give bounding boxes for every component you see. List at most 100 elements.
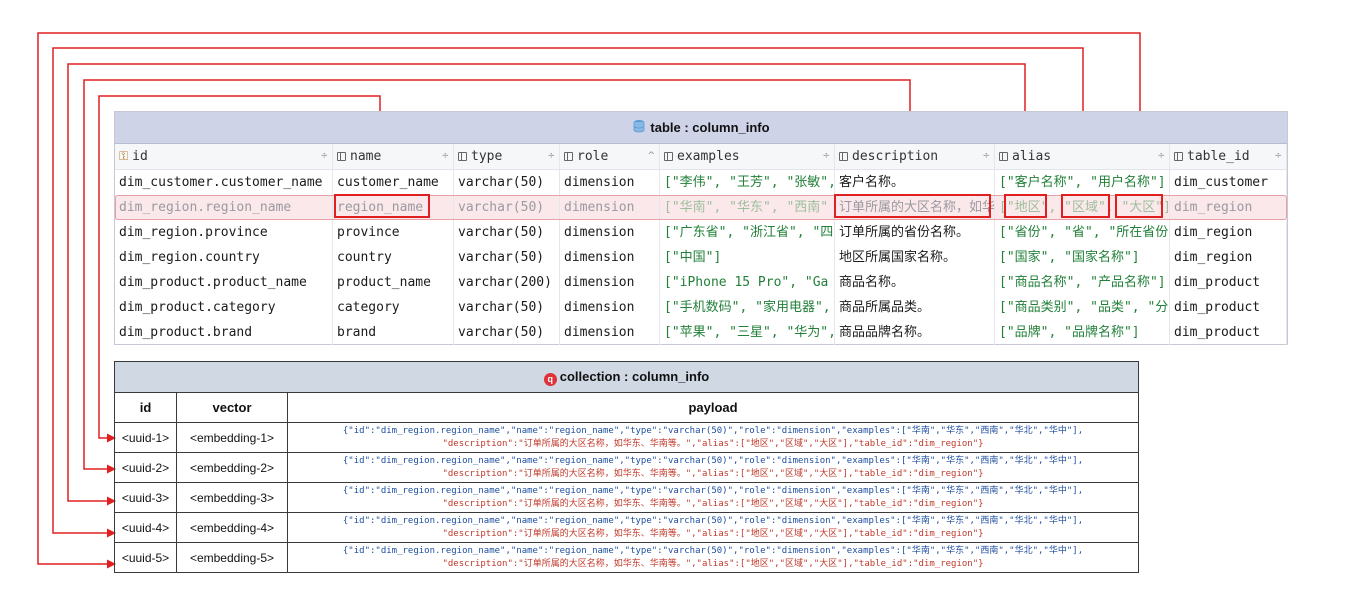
- point-vector[interactable]: <embedding-5>: [176, 542, 288, 573]
- column-header-examples[interactable]: examples ÷: [660, 144, 835, 169]
- point-id[interactable]: <uuid-2>: [114, 452, 177, 483]
- cell-id[interactable]: dim_region.country: [115, 245, 333, 270]
- cell-role[interactable]: dimension: [560, 295, 660, 320]
- cell-name[interactable]: category: [333, 295, 454, 320]
- point-vector[interactable]: <embedding-4>: [176, 512, 288, 543]
- point-vector[interactable]: <embedding-2>: [176, 452, 288, 483]
- cell-description[interactable]: 订单所属的省份名称。: [835, 220, 995, 245]
- sort-icon[interactable]: ÷: [1157, 144, 1165, 169]
- cell-name[interactable]: product_name: [333, 270, 454, 295]
- cell-id[interactable]: dim_product.product_name: [115, 270, 333, 295]
- point-id[interactable]: <uuid-1>: [114, 422, 177, 453]
- point-id[interactable]: <uuid-5>: [114, 542, 177, 573]
- cell-name[interactable]: province: [333, 220, 454, 245]
- cell-description[interactable]: 商品名称。: [835, 270, 995, 295]
- cell-role[interactable]: dimension: [560, 195, 660, 220]
- cell-type[interactable]: varchar(50): [454, 245, 560, 270]
- collection-row[interactable]: <uuid-3> <embedding-3> {"id":"dim_region.r…: [114, 482, 1139, 513]
- column-header-table_id[interactable]: table_id ÷: [1170, 144, 1287, 169]
- cell-role[interactable]: dimension: [560, 270, 660, 295]
- cell-type[interactable]: varchar(50): [454, 220, 560, 245]
- point-payload[interactable]: {"id":"dim_region.region_name","name":"r…: [287, 542, 1139, 573]
- point-id[interactable]: <uuid-3>: [114, 482, 177, 513]
- cell-name[interactable]: brand: [333, 320, 454, 345]
- column-header-role[interactable]: role ^: [560, 144, 660, 169]
- cell-alias[interactable]: ["地区", "区域", "大区"]: [995, 195, 1170, 220]
- collection-row[interactable]: <uuid-1> <embedding-1> {"id":"dim_region.r…: [114, 422, 1139, 453]
- column-header-alias[interactable]: alias ÷: [995, 144, 1170, 169]
- point-payload[interactable]: {"id":"dim_region.region_name","name":"r…: [287, 422, 1139, 453]
- cell-id[interactable]: dim_region.region_name: [115, 195, 333, 220]
- column-header-id[interactable]: ⚿ id ÷: [115, 144, 333, 169]
- sort-icon[interactable]: ÷: [822, 144, 830, 169]
- table-row[interactable]: dim_region.province province varchar(50) di…: [115, 220, 1287, 245]
- cell-examples[interactable]: ["中国"]: [660, 245, 835, 270]
- cell-role[interactable]: dimension: [560, 220, 660, 245]
- table-row[interactable]: dim_product.product_name product_name varc…: [115, 270, 1287, 295]
- cell-description[interactable]: 客户名称。: [835, 170, 995, 195]
- cell-role[interactable]: dimension: [560, 170, 660, 195]
- column-icon: [1174, 152, 1183, 161]
- table-row[interactable]: dim_product.category category varchar(50) d…: [115, 295, 1287, 320]
- cell-description[interactable]: 商品品牌名称。: [835, 320, 995, 345]
- sort-icon[interactable]: ÷: [547, 144, 555, 169]
- sort-icon[interactable]: ÷: [441, 144, 449, 169]
- cell-type[interactable]: varchar(50): [454, 295, 560, 320]
- cell-type[interactable]: varchar(50): [454, 170, 560, 195]
- cell-examples[interactable]: ["苹果", "三星", "华为",: [660, 320, 835, 345]
- sort-icon[interactable]: ÷: [982, 144, 990, 169]
- point-payload[interactable]: {"id":"dim_region.region_name","name":"r…: [287, 452, 1139, 483]
- column-header-description[interactable]: description ÷: [835, 144, 995, 169]
- cell-examples[interactable]: ["李伟", "王芳", "张敏",: [660, 170, 835, 195]
- table-row[interactable]: dim_product.brand brand varchar(50) dimensi…: [115, 320, 1287, 345]
- cell-id[interactable]: dim_product.category: [115, 295, 333, 320]
- cell-id[interactable]: dim_customer.customer_name: [115, 170, 333, 195]
- cell-description[interactable]: 商品所属品类。: [835, 295, 995, 320]
- collection-row[interactable]: <uuid-5> <embedding-5> {"id":"dim_region.r…: [114, 542, 1139, 573]
- collection-row[interactable]: <uuid-4> <embedding-4> {"id":"dim_region.r…: [114, 512, 1139, 543]
- table-row[interactable]: dim_customer.customer_name customer_name v…: [115, 170, 1287, 195]
- cell-examples[interactable]: ["广东省", "浙江省", "四: [660, 220, 835, 245]
- cell-type[interactable]: varchar(200): [454, 270, 560, 295]
- cell-table-id[interactable]: dim_product: [1170, 295, 1287, 320]
- cell-alias[interactable]: ["客户名称", "用户名称"]: [995, 170, 1170, 195]
- cell-alias[interactable]: ["商品类别", "品类", "分: [995, 295, 1170, 320]
- point-id[interactable]: <uuid-4>: [114, 512, 177, 543]
- cell-alias[interactable]: ["国家", "国家名称"]: [995, 245, 1170, 270]
- column-header-type[interactable]: type ÷: [454, 144, 560, 169]
- table-row[interactable]: dim_region.country country varchar(50) dime…: [115, 245, 1287, 270]
- point-vector[interactable]: <embedding-3>: [176, 482, 288, 513]
- cell-table-id[interactable]: dim_product: [1170, 270, 1287, 295]
- sort-icon[interactable]: ÷: [320, 144, 328, 169]
- sort-icon[interactable]: ÷: [1274, 144, 1282, 169]
- cell-id[interactable]: dim_region.province: [115, 220, 333, 245]
- cell-type[interactable]: varchar(50): [454, 320, 560, 345]
- point-payload[interactable]: {"id":"dim_region.region_name","name":"r…: [287, 482, 1139, 513]
- cell-name[interactable]: customer_name: [333, 170, 454, 195]
- cell-name[interactable]: country: [333, 245, 454, 270]
- cell-role[interactable]: dimension: [560, 245, 660, 270]
- cell-table-id[interactable]: dim_region: [1170, 220, 1287, 245]
- cell-name[interactable]: region_name: [333, 195, 454, 220]
- cell-examples[interactable]: ["iPhone 15 Pro", "Ga: [660, 270, 835, 295]
- column-header-name[interactable]: name ÷: [333, 144, 454, 169]
- cell-table-id[interactable]: dim_customer: [1170, 170, 1287, 195]
- table-row[interactable]: dim_region.region_name region_name varchar…: [115, 195, 1287, 220]
- cell-alias[interactable]: ["品牌", "品牌名称"]: [995, 320, 1170, 345]
- cell-table-id[interactable]: dim_region: [1170, 245, 1287, 270]
- point-vector[interactable]: <embedding-1>: [176, 422, 288, 453]
- cell-alias[interactable]: ["商品名称", "产品名称"]: [995, 270, 1170, 295]
- point-payload[interactable]: {"id":"dim_region.region_name","name":"r…: [287, 512, 1139, 543]
- cell-type[interactable]: varchar(50): [454, 195, 560, 220]
- cell-role[interactable]: dimension: [560, 320, 660, 345]
- cell-alias[interactable]: ["省份", "省", "所在省份: [995, 220, 1170, 245]
- cell-id[interactable]: dim_product.brand: [115, 320, 333, 345]
- cell-table-id[interactable]: dim_product: [1170, 320, 1287, 345]
- collection-row[interactable]: <uuid-2> <embedding-2> {"id":"dim_region.r…: [114, 452, 1139, 483]
- cell-description[interactable]: 地区所属国家名称。: [835, 245, 995, 270]
- sort-icon[interactable]: ^: [647, 144, 655, 169]
- cell-examples[interactable]: ["华南", "华东", "西南": [660, 195, 835, 220]
- cell-examples[interactable]: ["手机数码", "家用电器",: [660, 295, 835, 320]
- cell-description[interactable]: 订单所属的大区名称，如华: [835, 195, 995, 220]
- cell-table-id[interactable]: dim_region: [1170, 195, 1287, 220]
